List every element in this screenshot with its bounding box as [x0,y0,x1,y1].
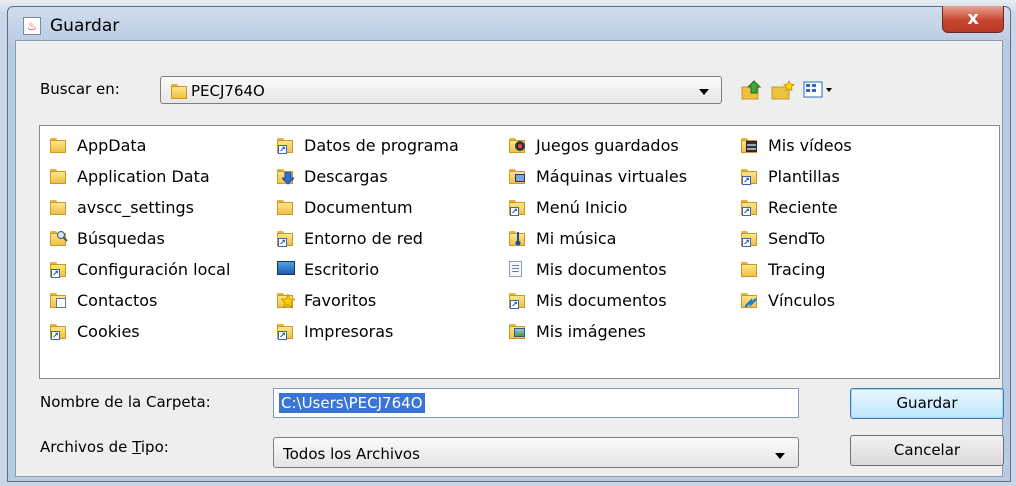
contacts-icon [50,292,68,309]
cancel-button[interactable]: Cancelar [850,435,1004,466]
lookin-label: Buscar en: [40,80,120,98]
shortcut-icon: ↗ [50,323,68,340]
list-item-label: Contactos [77,291,158,310]
list-item-label: avscc_settings [77,198,195,217]
list-item-label: Cookies [77,322,140,341]
list-item-label: Datos de programa [304,136,459,155]
filename-value: C:\Users\PECJ764O [279,393,425,413]
filename-field[interactable]: C:\Users\PECJ764O [273,388,799,418]
desktop-icon [277,261,295,278]
list-item-label: Impresoras [304,322,394,341]
folder-icon [50,199,68,216]
new-folder-icon[interactable] [770,79,796,101]
list-item-label: Escritorio [304,260,380,279]
save-button[interactable]: Guardar [850,388,1004,419]
list-item-label: Vínculos [768,291,836,310]
list-item-label: Plantillas [768,167,840,186]
shortcut-icon: ↗ [277,137,295,154]
list-item-label: Juegos guardados [536,136,679,155]
lookin-combo[interactable]: PECJ764O [160,76,722,104]
list-item-label: Menú Inicio [536,198,628,217]
save-dialog: ♨ Guardar x Buscar en: PECJ764O AppData A… [7,6,1011,482]
filetype-label: Archivos de Tipo: [40,438,169,456]
downloads-icon [277,168,295,185]
list-item-label: Favoritos [304,291,377,310]
list-item-label: Documentum [304,198,413,217]
up-folder-icon[interactable] [740,79,764,101]
links-icon [741,292,759,309]
close-button[interactable]: x [942,6,1004,33]
shortcut-icon: ↗ [509,199,527,216]
filetype-combo[interactable]: Todos los Archivos [273,437,799,468]
view-menu-icon[interactable] [803,79,837,101]
folder-icon [277,199,295,216]
shortcut-icon: ↗ [50,261,68,278]
document-icon [509,261,527,278]
list-item-label: Descargas [304,167,388,186]
list-item-label: Entorno de red [304,229,423,248]
list-item-label: Búsquedas [77,229,165,248]
list-item-label: Application Data [77,167,210,186]
window-title: Guardar [50,16,120,36]
chevron-down-icon [775,453,785,459]
list-item-label: Mis imágenes [536,322,646,341]
chevron-down-icon [699,89,709,95]
games-icon [509,137,527,154]
lookin-value: PECJ764O [191,82,265,100]
list-item-label: AppData [77,136,147,155]
music-icon [509,230,527,247]
shortcut-icon: ↗ [741,199,759,216]
list-item-label: Mis vídeos [768,136,852,155]
list-item-label: Tracing [768,260,826,279]
file-list[interactable]: AppData Application Data avscc_settings Bús… [39,125,1000,379]
shortcut-icon: ↗ [741,168,759,185]
list-item-label: Mi música [536,229,617,248]
dialog-body: Buscar en: PECJ764O AppData Application D… [15,40,1004,477]
java-icon: ♨ [23,17,41,35]
folder-icon [171,83,187,99]
list-item-label: Mis documentos [536,291,667,310]
list-item-label: Mis documentos [536,260,667,279]
videos-icon [741,137,759,154]
shortcut-icon: ↗ [741,230,759,247]
filename-label: Nombre de la Carpeta: [40,393,211,411]
folder-icon [50,137,68,154]
shortcut-icon: ↗ [509,292,527,309]
folder-icon [741,261,759,278]
shortcut-icon: ↗ [277,323,295,340]
shortcut-icon: ↗ [277,230,295,247]
search-folder-icon [50,230,68,247]
list-item-label: Reciente [768,198,838,217]
list-item-label: SendTo [768,229,826,248]
favorites-icon [277,292,295,309]
pictures-icon [509,323,527,340]
list-item-label: Máquinas virtuales [536,167,688,186]
folder-icon [50,168,68,185]
list-item-label: Configuración local [77,260,231,279]
vm-icon [509,168,527,185]
filetype-value: Todos los Archivos [283,445,420,463]
